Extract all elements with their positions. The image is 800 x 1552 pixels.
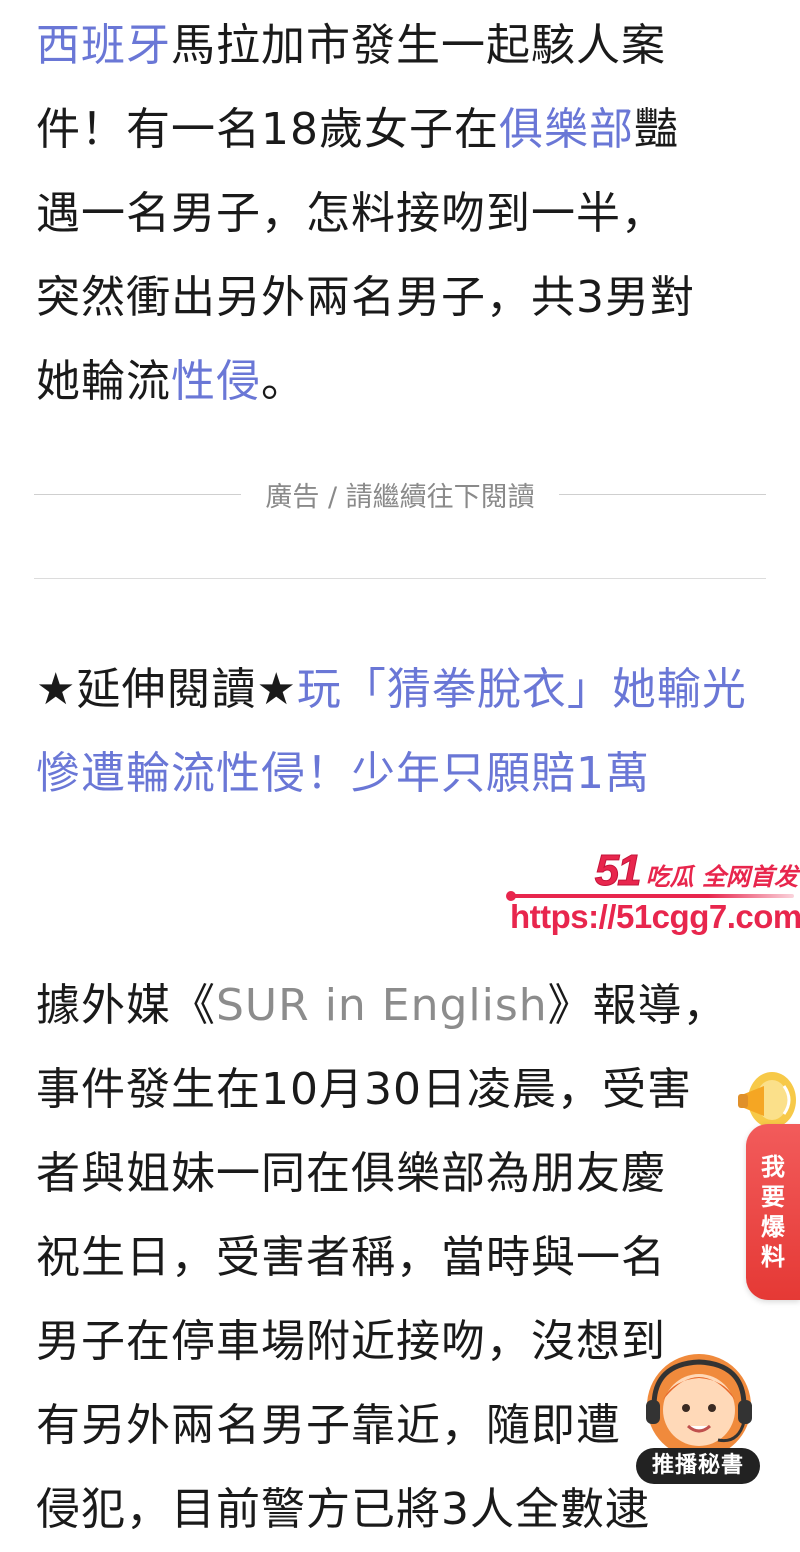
assistant-label[interactable]: 推播秘書	[636, 1448, 760, 1484]
report-tab-char: 料	[761, 1243, 785, 1271]
text: 件！有一名18歲女子在	[36, 104, 499, 155]
watermark: 51 吃瓜 全网首发 https://51cgg7.com	[506, 846, 800, 942]
source-name: SUR in English	[216, 980, 548, 1031]
watermark-brand-text: 吃瓜 全网首发	[645, 863, 798, 891]
report-tab-char: 爆	[761, 1213, 785, 1241]
watermark-brand: 51 吃瓜 全网首发	[594, 846, 798, 896]
ad-divider: 廣告 / 請繼續往下閱讀	[34, 474, 767, 514]
paragraph-line: 祝生日，受害者稱，當時與一名	[36, 1232, 666, 1283]
extended-reading: ★延伸閱讀★玩「猜拳脫衣」她輸光慘遭輪流性侵！少年只願賠1萬	[36, 648, 766, 816]
watermark-url: https://51cgg7.com	[510, 898, 800, 935]
paragraph-line: 突然衝出另外兩名男子，共3男對	[36, 272, 695, 323]
text: 馬拉加市發生一起駭人案	[171, 20, 666, 71]
report-tip-button[interactable]: 我 要 爆 料	[746, 1124, 800, 1300]
link-sexual-assault[interactable]: 性侵	[171, 356, 261, 407]
text: 據外媒《	[36, 980, 216, 1031]
paragraph-line: 西班牙馬拉加市發生一起駭人案	[36, 4, 766, 88]
text: 。	[261, 356, 306, 407]
article-paragraph-1: 西班牙馬拉加市發生一起駭人案 件！有一名18歲女子在俱樂部豔 遇一名男子，怎料接…	[36, 4, 766, 424]
divider-line	[34, 493, 242, 495]
link-spain[interactable]: 西班牙	[36, 20, 171, 71]
paragraph-line: 件！有一名18歲女子在俱樂部豔	[36, 88, 766, 172]
text: 豔	[634, 104, 679, 155]
paragraph-line: 事件發生在10月30日凌晨，受害	[36, 1064, 692, 1115]
extended-reading-tag: ★延伸閱讀★	[36, 664, 297, 715]
text: 》報導，	[547, 980, 728, 1031]
link-club[interactable]: 俱樂部	[499, 104, 634, 155]
divider-line	[558, 493, 767, 495]
report-tab-char: 我	[761, 1153, 785, 1181]
paragraph-line: 遇一名男子，怎料接吻到一半，	[36, 188, 666, 239]
text: 她輪流	[36, 356, 171, 407]
section-divider	[34, 578, 766, 579]
ad-label: 廣告 / 請繼續往下閱讀	[265, 481, 535, 513]
paragraph-line: 據外媒《SUR in English》報導，	[36, 964, 766, 1048]
watermark-number: 51	[594, 846, 642, 896]
report-tab-char: 要	[761, 1183, 785, 1211]
paragraph-line: 她輪流性侵。	[36, 340, 766, 424]
paragraph-line: 者與姐妹一同在俱樂部為朋友慶	[36, 1148, 666, 1199]
